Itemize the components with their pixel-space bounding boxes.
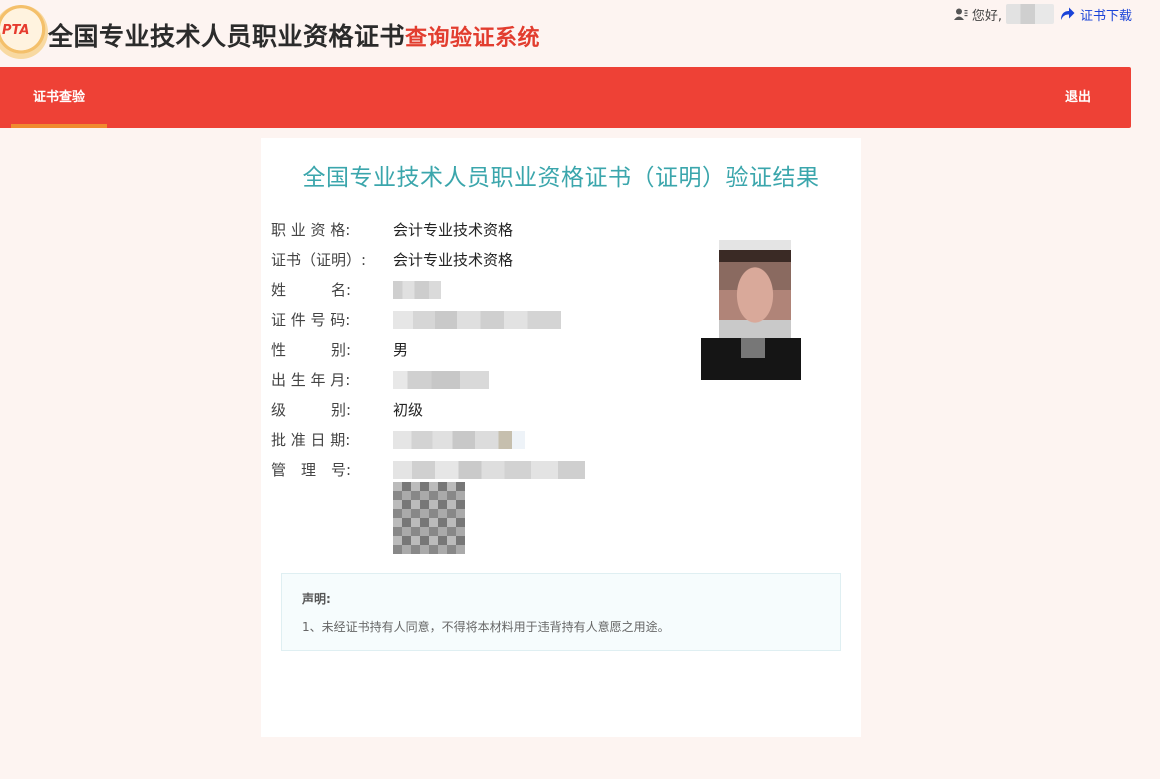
download-link[interactable]: 证书下载 (1080, 5, 1132, 24)
user-icon (953, 8, 968, 20)
logo-icon: PTA (0, 5, 48, 59)
qr-code-redacted (393, 482, 465, 554)
field-label: 性 别: (271, 341, 352, 359)
tab-certificate-check-label: 证书查验 (32, 90, 85, 105)
user-bar: 您好, 证书下载 (953, 4, 1132, 24)
notice-title: 声明: (302, 592, 331, 606)
site-title-main: 全国专业技术人员职业资格证书 (48, 22, 406, 51)
result-card: 全国专业技术人员职业资格证书（证明）验证结果 职 业 资 格: 会计专业技术资格… (261, 138, 861, 737)
photo-collar (741, 338, 765, 358)
field-label: 管 理 号: (271, 461, 352, 479)
username-redacted (1005, 4, 1054, 24)
result-title: 全国专业技术人员职业资格证书（证明）验证结果 (302, 165, 820, 191)
share-arrow-icon[interactable] (1060, 7, 1075, 21)
header: PTA 全国专业技术人员职业资格证书查询验证系统 您好, 证书下载 (0, 0, 1160, 67)
field-label: 级 别: (271, 401, 352, 419)
field-value: 男 (393, 341, 409, 359)
field-label: 出 生 年 月: (271, 371, 351, 389)
logo-text: PTA (2, 23, 30, 38)
active-tab-indicator (11, 124, 107, 128)
management-number-redacted (393, 461, 585, 479)
notice-text: 1、未经证书持有人同意，不得将本材料用于违背持有人意愿之用途。 (302, 620, 670, 634)
field-label: 姓 名: (271, 281, 352, 299)
nav-bar: 证书查验 退出 (0, 67, 1131, 128)
field-label: 批 准 日 期: (271, 431, 351, 449)
field-label: 证书（证明）: (271, 251, 367, 269)
id-number-redacted (393, 311, 561, 329)
tab-certificate-check[interactable]: 证书查验 (11, 67, 107, 128)
logout-button[interactable]: 退出 (1065, 67, 1091, 129)
photo-face (719, 240, 791, 340)
notice-box: 声明: 1、未经证书持有人同意，不得将本材料用于违背持有人意愿之用途。 (281, 573, 841, 651)
field-value: 初级 (393, 401, 424, 419)
field-label: 职 业 资 格: (271, 221, 351, 239)
name-redacted (393, 281, 441, 299)
field-value: 会计专业技术资格 (393, 221, 514, 239)
field-value: 会计专业技术资格 (393, 251, 514, 269)
field-label: 证 件 号 码: (271, 311, 351, 329)
holder-photo-redacted (701, 240, 801, 380)
greeting-text: 您好, (971, 8, 1002, 24)
birth-redacted (393, 371, 489, 389)
approval-date-redacted (393, 431, 525, 449)
site-title: 全国专业技术人员职业资格证书查询验证系统 (48, 17, 540, 53)
site-title-sub: 查询验证系统 (405, 26, 541, 51)
